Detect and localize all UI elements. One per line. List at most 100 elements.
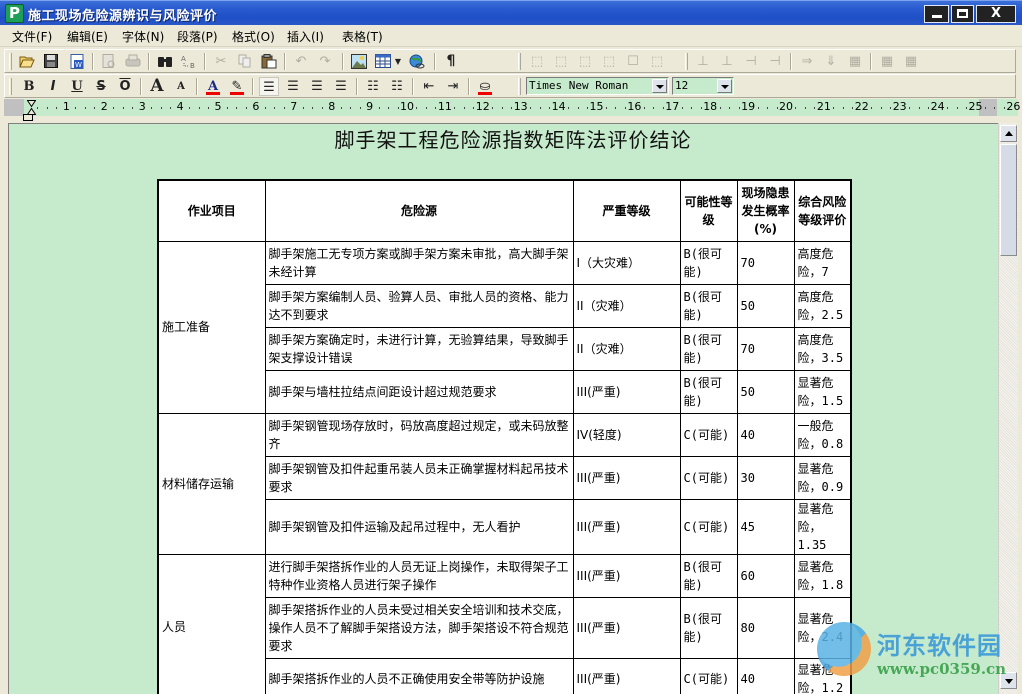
- hazard-cell[interactable]: 脚手架与墙柱拉结点间距设计超过规范要求: [264, 369, 574, 414]
- strikethrough-button[interactable]: S: [91, 77, 111, 96]
- risk-level-cell[interactable]: 高度危险，7: [793, 240, 852, 285]
- hazard-cell[interactable]: 脚手架搭拆作业的人员未受过相关安全培训和技术交底，操作人员不了解脚手架搭设方法，…: [264, 596, 574, 659]
- hazard-cell[interactable]: 脚手架搭拆作业的人员不正确使用安全带等防护设施: [264, 657, 574, 694]
- probability-cell[interactable]: 80: [736, 596, 795, 659]
- align-center-button[interactable]: ☰: [283, 77, 303, 96]
- hazard-cell[interactable]: 脚手架钢管及扣件起重吊装人员未正确掌握材料起吊技术要求: [264, 455, 574, 500]
- likelihood-cell[interactable]: B(很可能): [679, 240, 738, 285]
- overline-button[interactable]: O: [115, 77, 135, 96]
- toolbar-grip[interactable]: [518, 53, 521, 70]
- scroll-thumb[interactable]: [1000, 144, 1017, 256]
- probability-cell[interactable]: 45: [736, 498, 795, 555]
- font-color-button[interactable]: A: [203, 77, 223, 96]
- cell-border-box-button[interactable]: ☐: [623, 52, 643, 71]
- severity-cell[interactable]: III(严重): [572, 657, 681, 694]
- likelihood-cell[interactable]: B(很可能): [679, 326, 738, 371]
- hazard-cell[interactable]: 脚手架钢管现场存放时，码放高度超过规定，或未码放整齐: [264, 412, 574, 457]
- save-button[interactable]: [41, 52, 61, 71]
- cell-border-all-button[interactable]: ⬚: [527, 52, 547, 71]
- menu-format[interactable]: 格式(O): [230, 28, 277, 45]
- redo-button[interactable]: ↷: [315, 52, 335, 71]
- severity-cell[interactable]: III(严重): [572, 498, 681, 555]
- decrease-indent-button[interactable]: ⇤: [419, 77, 439, 96]
- print-button[interactable]: [123, 52, 143, 71]
- cell-border-none-button[interactable]: ⬚: [647, 52, 667, 71]
- merge-cells-button[interactable]: ▦: [877, 52, 897, 71]
- shrink-font-button[interactable]: A: [171, 77, 191, 96]
- probability-cell[interactable]: 40: [736, 657, 795, 694]
- work-item-cell[interactable]: 人员: [157, 553, 266, 694]
- menu-paragraph[interactable]: 段落(P): [175, 28, 220, 45]
- menu-table[interactable]: 表格(T): [340, 28, 385, 45]
- delete-column-button[interactable]: ⇒: [797, 52, 817, 71]
- toolbar-grip[interactable]: [685, 53, 688, 70]
- probability-cell[interactable]: 40: [736, 412, 795, 457]
- hazard-cell[interactable]: 脚手架施工无专项方案或脚手架方案未审批，高大脚手架未经计算: [264, 240, 574, 285]
- risk-level-cell[interactable]: 显著危险，0.9: [793, 455, 852, 500]
- bullet-list-button[interactable]: ☷: [363, 77, 383, 96]
- probability-cell[interactable]: 70: [736, 326, 795, 371]
- print-preview-button[interactable]: [99, 52, 119, 71]
- menu-font[interactable]: 字体(N): [120, 28, 166, 45]
- cut-button[interactable]: ✂: [211, 52, 231, 71]
- probability-cell[interactable]: 30: [736, 455, 795, 500]
- work-item-cell[interactable]: 材料储存运输: [157, 412, 266, 555]
- cell-border-top-button[interactable]: ⬚: [599, 52, 619, 71]
- likelihood-cell[interactable]: C(可能): [679, 657, 738, 694]
- severity-cell[interactable]: I（大灾难）: [572, 240, 681, 285]
- menu-file[interactable]: 文件(F): [10, 28, 54, 45]
- probability-cell[interactable]: 70: [736, 240, 795, 285]
- align-right-button[interactable]: ☰: [307, 77, 327, 96]
- insert-table-button[interactable]: [373, 52, 393, 71]
- numbered-list-button[interactable]: ☷: [387, 77, 407, 96]
- copy-button[interactable]: [235, 52, 255, 71]
- cell-border-outer-button[interactable]: ⬚: [551, 52, 571, 71]
- show-formatting-button[interactable]: ¶: [441, 52, 461, 71]
- work-item-cell[interactable]: 施工准备: [157, 240, 266, 414]
- toolbar-grip[interactable]: [9, 53, 12, 70]
- chevron-down-icon[interactable]: [717, 79, 732, 93]
- toolbar-grip[interactable]: [518, 78, 521, 95]
- ruler[interactable]: 1 2 3 4 5 6 7 8 9 10 11 12 13 14 15 16 17 18 19 20 21 22 23 24 2…: [4, 99, 1020, 116]
- bold-button[interactable]: B: [19, 77, 39, 96]
- likelihood-cell[interactable]: C(可能): [679, 412, 738, 457]
- align-left-button[interactable]: ☰: [259, 77, 279, 96]
- cell-border-inner-button[interactable]: ⬚: [575, 52, 595, 71]
- toolbar-grip[interactable]: [9, 78, 12, 95]
- risk-level-cell[interactable]: 显著危险，1.5: [793, 369, 852, 414]
- probability-cell[interactable]: 60: [736, 553, 795, 598]
- severity-cell[interactable]: II（灾难）: [572, 326, 681, 371]
- underline-button[interactable]: U: [67, 77, 87, 96]
- insert-col-left-button[interactable]: ⊣: [741, 52, 761, 71]
- hazard-cell[interactable]: 脚手架钢管及扣件运输及起吊过程中，无人看护: [264, 498, 574, 555]
- scroll-up-button[interactable]: [1000, 125, 1017, 142]
- find-button[interactable]: [155, 52, 175, 71]
- maximize-button[interactable]: [951, 5, 974, 23]
- likelihood-cell[interactable]: B(很可能): [679, 369, 738, 414]
- severity-cell[interactable]: IV(轻度): [572, 412, 681, 457]
- replace-button[interactable]: AB: [179, 52, 199, 71]
- risk-level-cell[interactable]: 显著危险，1.8: [793, 553, 852, 598]
- severity-cell[interactable]: II（灾难）: [572, 283, 681, 328]
- increase-indent-button[interactable]: ⇥: [443, 77, 463, 96]
- minimize-button[interactable]: [924, 5, 949, 23]
- close-button[interactable]: X: [976, 5, 1016, 23]
- probability-cell[interactable]: 50: [736, 369, 795, 414]
- insert-image-button[interactable]: [349, 52, 369, 71]
- likelihood-cell[interactable]: B(很可能): [679, 553, 738, 598]
- insert-row-below-button[interactable]: ⊥: [717, 52, 737, 71]
- hazard-cell[interactable]: 脚手架方案编制人员、验算人员、审批人员的资格、能力达不到要求: [264, 283, 574, 328]
- likelihood-cell[interactable]: B(很可能): [679, 596, 738, 659]
- severity-cell[interactable]: III(严重): [572, 369, 681, 414]
- fill-color-button[interactable]: ⛀: [475, 77, 495, 96]
- paste-button[interactable]: [259, 52, 279, 71]
- first-line-indent-marker[interactable]: [27, 100, 36, 115]
- undo-button[interactable]: ↶: [291, 52, 311, 71]
- export-word-button[interactable]: W: [67, 52, 87, 71]
- chevron-down-icon[interactable]: [652, 79, 667, 93]
- menu-edit[interactable]: 编辑(E): [65, 28, 110, 45]
- left-indent-marker[interactable]: [23, 114, 33, 121]
- open-button[interactable]: [17, 52, 37, 71]
- insert-hyperlink-button[interactable]: [407, 52, 427, 71]
- italic-button[interactable]: I: [43, 77, 63, 96]
